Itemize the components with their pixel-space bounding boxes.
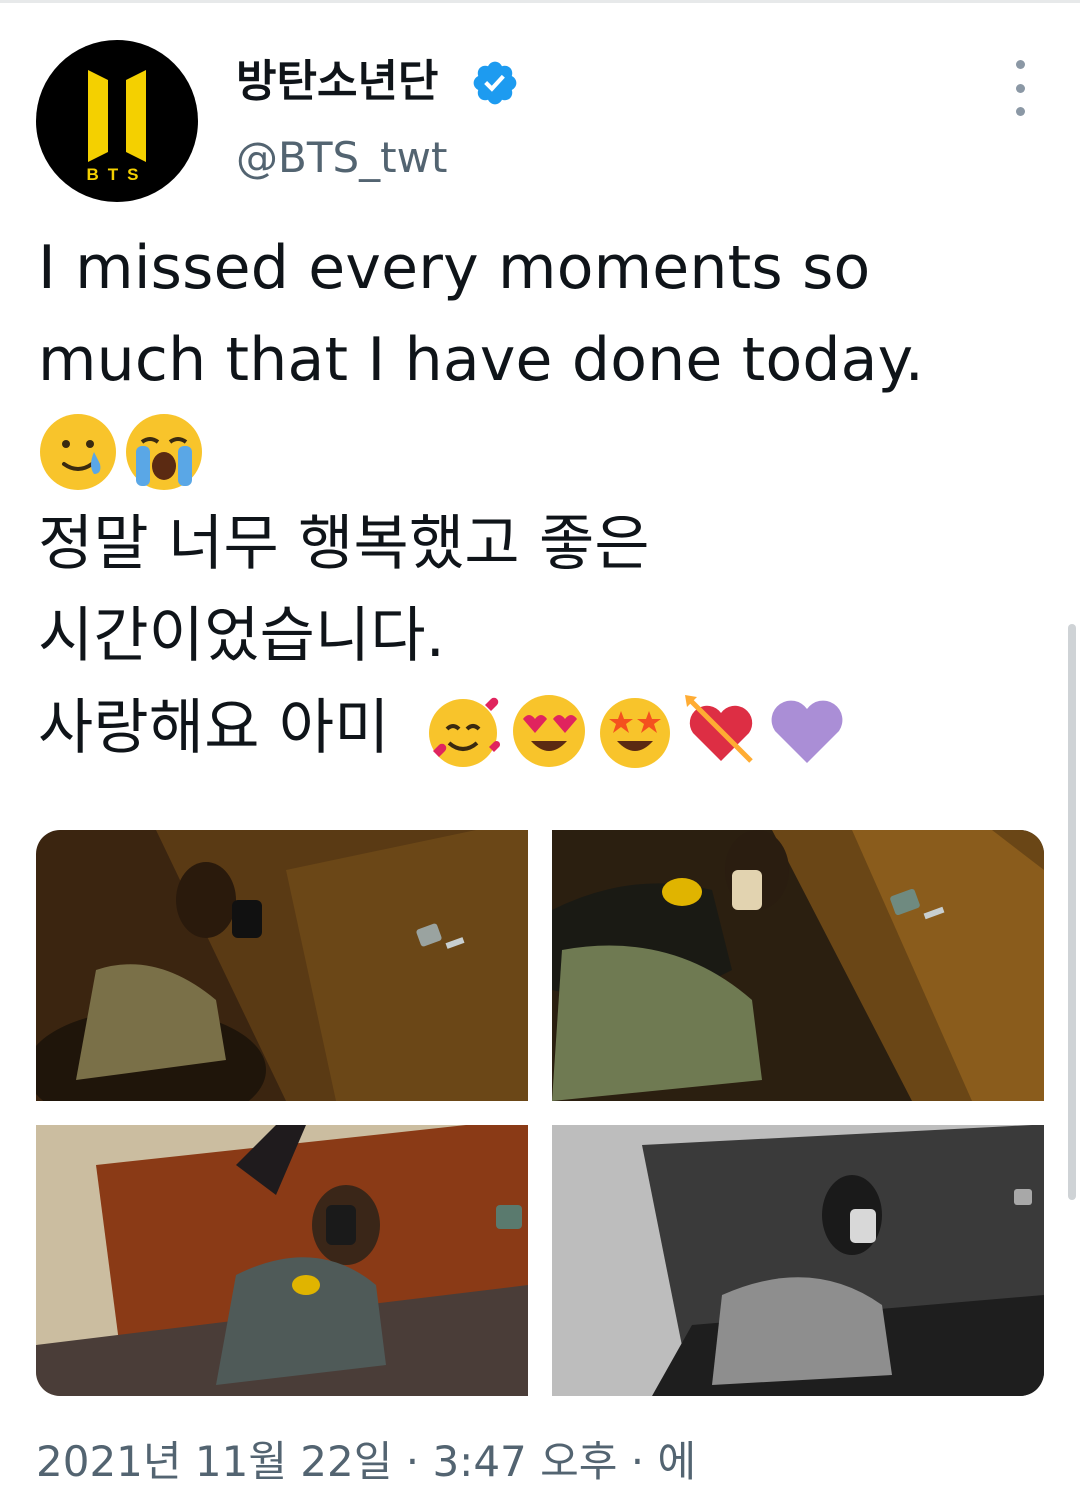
face-holding-back-tears-icon: [40, 414, 116, 490]
tweet-text: I missed every moments so much that I ha…: [38, 222, 1038, 774]
photo-4[interactable]: [552, 1125, 1044, 1396]
avatar-label: BTS: [87, 165, 148, 184]
tweet-timestamp[interactable]: 2021년 11월 22일 · 3:47 오후 · 에: [36, 1432, 696, 1492]
tweet-line: 정말 너무 행복했고 좋은: [38, 509, 650, 579]
star-struck-face-icon: [599, 698, 670, 769]
avatar[interactable]: BTS: [36, 40, 198, 202]
photo-1[interactable]: [36, 830, 528, 1101]
emoji-row: [38, 406, 1038, 498]
photo-3[interactable]: [36, 1125, 528, 1396]
smiling-face-with-hearts-icon: [428, 698, 501, 768]
handle[interactable]: @BTS_twt: [236, 130, 447, 186]
display-name[interactable]: 방탄소년단: [236, 52, 438, 112]
tweet-line: much that I have done today.: [38, 325, 925, 395]
top-divider: [0, 0, 1080, 3]
tweet-line: I missed every moments so: [38, 233, 871, 303]
loudly-crying-face-icon: [126, 414, 202, 490]
purple-heart-icon: [771, 700, 843, 764]
scrollbar[interactable]: [1068, 624, 1076, 1200]
heart-with-arrow-icon: [684, 695, 753, 764]
photo-2[interactable]: [552, 830, 1044, 1101]
tweet-line: 시간이었습니다.: [38, 601, 446, 671]
tweet-line-with-emoji: 사랑해요 아미: [38, 682, 1038, 774]
heart-eyes-face-icon: [512, 695, 585, 768]
more-options-icon[interactable]: [1000, 60, 1040, 116]
bts-logo-icon: BTS: [87, 70, 148, 184]
verified-badge-icon: [473, 61, 517, 105]
media-grid: [36, 830, 1044, 1396]
tweet-line: 사랑해요 아미: [38, 693, 390, 763]
